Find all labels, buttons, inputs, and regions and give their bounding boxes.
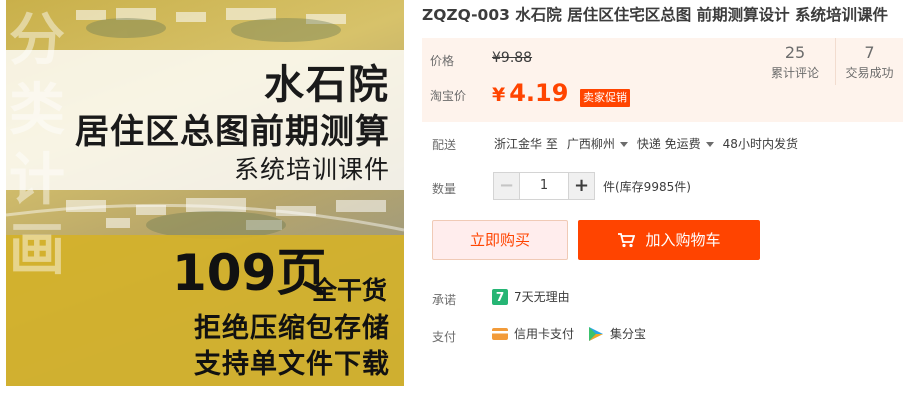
payment-jifenbao[interactable]: 集分宝: [588, 325, 646, 342]
promise-label: 承诺: [432, 293, 457, 307]
image-page-count: 109页: [172, 244, 327, 302]
stock-info: 件(库存9985件): [603, 179, 691, 194]
add-to-cart-label: 加入购物车: [645, 231, 721, 249]
currency-symbol: ¥: [492, 84, 506, 106]
quantity-stepper: − 1 + 件(库存9985件): [493, 172, 691, 200]
credit-card-icon: [492, 327, 508, 340]
promo-price-amount: 4.19: [509, 79, 569, 107]
product-detail-panel: ZQZQ-003 水石院 居住区住宅区总图 前期测算设计 系统培训课件 价格 ¥…: [422, 0, 905, 410]
stat-reviews-count: 25: [784, 43, 806, 62]
payment-credit-card[interactable]: 信用卡支付: [492, 325, 574, 342]
seven-day-return-icon: 7: [492, 288, 508, 305]
sales-stats: 25 累计评论 7 交易成功: [755, 38, 903, 85]
stat-transactions[interactable]: 7 交易成功: [835, 38, 903, 85]
stat-transactions-count: 7: [864, 43, 875, 62]
chevron-down-icon: [619, 142, 628, 147]
promise-text: 7天无理由: [514, 290, 570, 304]
payment-row: 信用卡支付 集分宝: [492, 325, 654, 342]
payment-credit-card-label: 信用卡支付: [514, 327, 575, 341]
delivery-from: 浙江金华 至: [494, 137, 558, 151]
delivery-destination: 广西柳州: [566, 137, 615, 151]
quantity-input[interactable]: 1: [520, 172, 568, 200]
payment-jifenbao-label: 集分宝: [610, 327, 647, 341]
payment-label: 支付: [432, 330, 457, 344]
image-title-brand: 水石院: [264, 62, 390, 108]
delivery-method-select[interactable]: 快递 免运费: [637, 135, 714, 152]
promo-price: ¥4.19: [492, 79, 568, 107]
image-page-count-suffix: 全干货: [312, 276, 388, 305]
price-box: 价格 ¥9.88 淘宝价 ¥4.19 卖家促销 25 累计评论 7 交易成功: [422, 38, 903, 122]
original-price: ¥9.88: [492, 50, 533, 66]
quantity-decrease-button[interactable]: −: [493, 172, 520, 200]
original-price-label: 价格: [430, 54, 455, 68]
image-title-type: 系统培训课件: [233, 155, 390, 184]
add-to-cart-button[interactable]: 加入购物车: [578, 220, 760, 260]
image-feature-storage: 拒绝压缩包存储: [194, 313, 390, 344]
quantity-label: 数量: [432, 182, 457, 196]
product-title: ZQZQ-003 水石院 居住区住宅区总图 前期测算设计 系统培训课件: [422, 6, 888, 24]
buy-now-button[interactable]: 立即购买: [432, 220, 568, 260]
stat-transactions-label: 交易成功: [845, 66, 894, 80]
cart-icon: [618, 233, 636, 248]
ship-time: 48小时内发货: [722, 137, 798, 151]
promo-badge: 卖家促销: [580, 89, 630, 107]
stat-reviews-label: 累计评论: [770, 66, 819, 80]
stat-reviews[interactable]: 25 累计评论: [755, 38, 835, 85]
delivery-row: 浙江金华 至 广西柳州 快递 免运费 48小时内发货: [494, 135, 798, 152]
quantity-increase-button[interactable]: +: [568, 172, 595, 200]
chevron-down-icon: [705, 142, 714, 147]
vertical-series-title: 分类计画: [9, 8, 65, 283]
delivery-destination-select[interactable]: 广西柳州: [567, 135, 628, 152]
delivery-label: 配送: [432, 138, 457, 152]
product-main-image: 分类计画 水石院 居住区总图前期测算 系统培训课件 109页 全干货 拒绝压缩包…: [6, 0, 404, 386]
promo-price-label: 淘宝价: [430, 89, 467, 103]
delivery-method: 快递 免运费: [636, 137, 701, 151]
jifenbao-icon: [589, 326, 604, 341]
image-feature-download: 支持单文件下载: [194, 349, 390, 380]
promise-row[interactable]: 7 7天无理由: [492, 288, 570, 305]
image-title-subject: 居住区总图前期测算: [75, 112, 390, 152]
